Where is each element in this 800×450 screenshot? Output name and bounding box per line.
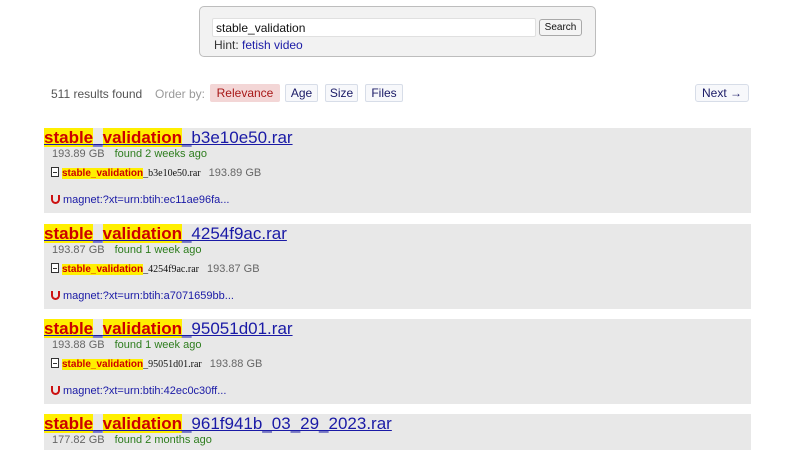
result-meta: 177.82 GB found 2 months ago	[52, 434, 212, 446]
magnet-link[interactable]: magnet:?xt=urn:btih:ec11ae96fa...	[63, 194, 229, 206]
magnet-icon	[51, 195, 60, 204]
magnet-row: magnet:?xt=urn:btih:ec11ae96fa...	[51, 194, 229, 206]
file-row: stable_validation_95051d01.rar 193.88 GB	[51, 358, 262, 370]
next-page-button[interactable]: Next →	[695, 84, 749, 102]
result-meta: 193.88 GB found 1 week ago	[52, 339, 201, 351]
sort-files-button[interactable]: Files	[365, 84, 403, 102]
result-card: stable_validation_b3e10e50.rar 193.89 GB…	[44, 128, 751, 213]
result-title-link[interactable]: stable_validation_95051d01.rar	[44, 319, 293, 339]
result-age: found 2 months ago	[114, 434, 212, 446]
file-name: stable_validation_95051d01.rar	[62, 359, 202, 370]
results-count: 511 results found	[51, 87, 143, 101]
file-name: stable_validation_b3e10e50.rar	[62, 168, 201, 179]
magnet-link[interactable]: magnet:?xt=urn:btih:42ec0c30ff...	[63, 385, 226, 397]
result-size: 177.82 GB	[52, 434, 105, 446]
file-icon	[51, 263, 59, 273]
result-title-link[interactable]: stable_validation_b3e10e50.rar	[44, 128, 293, 148]
result-size: 193.89 GB	[52, 148, 105, 160]
file-icon	[51, 167, 59, 177]
result-title-link[interactable]: stable_validation_961f941b_03_29_2023.ra…	[44, 414, 392, 434]
search-button[interactable]: Search	[539, 19, 582, 36]
magnet-link[interactable]: magnet:?xt=urn:btih:a7071659bb...	[63, 290, 234, 302]
file-icon	[51, 358, 59, 368]
hint-label: Hint:	[214, 38, 239, 52]
sort-size-button[interactable]: Size	[325, 84, 358, 102]
result-size: 193.87 GB	[52, 244, 105, 256]
result-size: 193.88 GB	[52, 339, 105, 351]
magnet-row: magnet:?xt=urn:btih:a7071659bb...	[51, 290, 234, 302]
result-age: found 1 week ago	[114, 244, 202, 256]
file-name: stable_validation_4254f9ac.rar	[62, 264, 199, 275]
magnet-row: magnet:?xt=urn:btih:42ec0c30ff...	[51, 385, 226, 397]
sort-age-button[interactable]: Age	[285, 84, 318, 102]
file-size: 193.88 GB	[209, 358, 263, 370]
result-age: found 2 weeks ago	[114, 148, 207, 160]
result-card: stable_validation_4254f9ac.rar 193.87 GB…	[44, 224, 751, 309]
result-card: stable_validation_961f941b_03_29_2023.ra…	[44, 414, 751, 450]
hint-link[interactable]: fetish video	[242, 38, 303, 52]
magnet-icon	[51, 291, 60, 300]
search-hint: Hint: fetish video	[214, 38, 303, 52]
file-size: 193.87 GB	[206, 263, 260, 275]
file-row: stable_validation_b3e10e50.rar 193.89 GB	[51, 167, 261, 179]
search-input[interactable]	[212, 18, 536, 37]
file-row: stable_validation_4254f9ac.rar 193.87 GB	[51, 263, 260, 275]
magnet-icon	[51, 386, 60, 395]
result-meta: 193.89 GB found 2 weeks ago	[52, 148, 207, 160]
order-by-label: Order by:	[155, 87, 206, 101]
search-panel: Search Hint: fetish video	[199, 6, 596, 57]
file-size: 193.89 GB	[208, 167, 262, 179]
result-card: stable_validation_95051d01.rar 193.88 GB…	[44, 319, 751, 404]
result-title-link[interactable]: stable_validation_4254f9ac.rar	[44, 224, 287, 244]
result-meta: 193.87 GB found 1 week ago	[52, 244, 201, 256]
result-age: found 1 week ago	[114, 339, 202, 351]
sort-relevance-button[interactable]: Relevance	[210, 84, 280, 102]
